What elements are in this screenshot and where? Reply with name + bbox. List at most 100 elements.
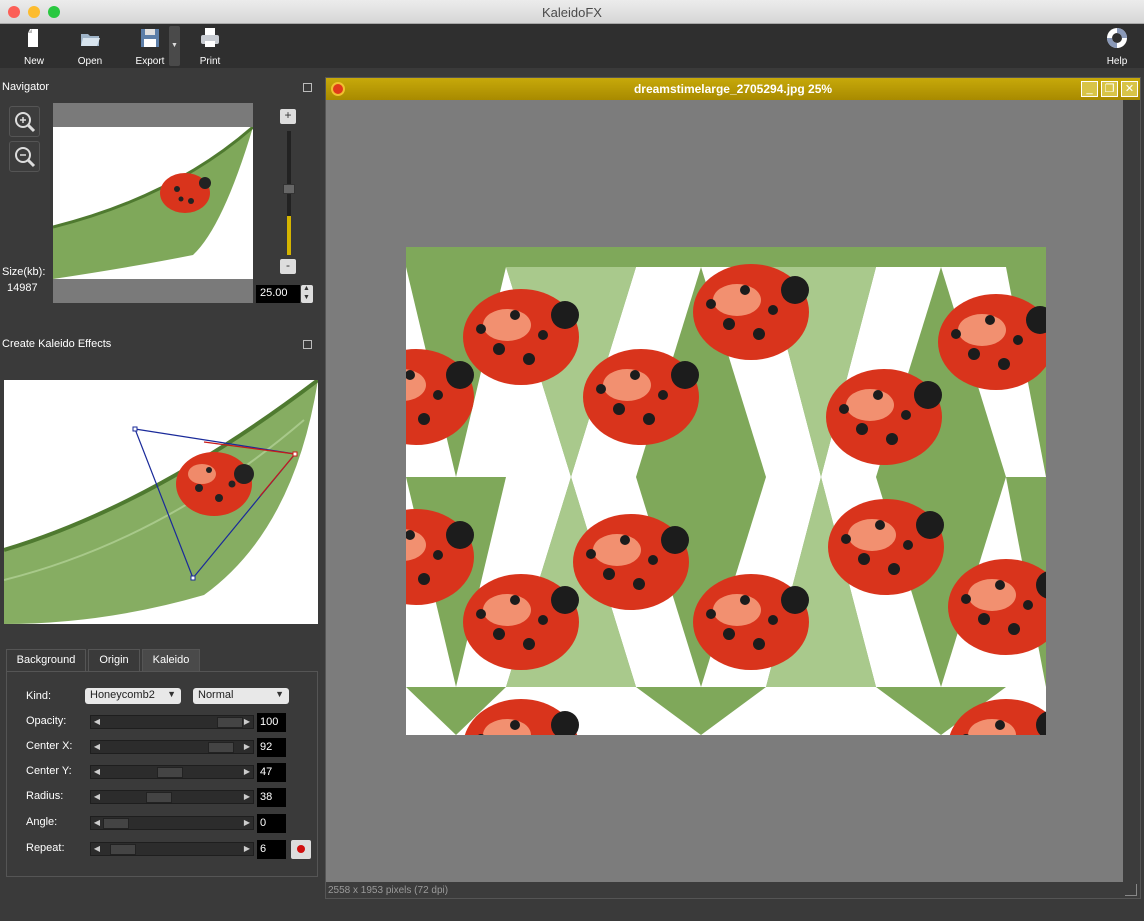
kaleido-panel-float-icon[interactable] [303,340,312,349]
slider-right-arrow-icon[interactable]: ▶ [241,716,253,728]
zoom-out-icon [15,147,36,168]
app-logo-icon [331,82,345,96]
zoom-value-stepper[interactable]: ▲ ▼ [301,285,313,303]
kind-label: Kind: [26,690,52,702]
minimize-document-button[interactable]: _ [1081,81,1098,97]
zoom-in-icon [15,112,36,133]
repeat-label: Repeat: [26,842,65,854]
kind-select[interactable]: Honeycomb2 ▼ [85,688,181,704]
tab-background[interactable]: Background [6,649,86,671]
slider-right-arrow-icon[interactable]: ▶ [241,741,253,753]
zoom-plus-button[interactable]: + [280,109,296,124]
center-x-slider[interactable]: ◀ ▶ [90,740,254,754]
kaleido-panel-title: Create Kaleido Effects [2,338,112,350]
slider-right-arrow-icon[interactable]: ▶ [241,791,253,803]
radius-value[interactable]: 38 [257,788,286,807]
resize-grip-icon[interactable] [1125,884,1137,896]
document-title: dreamstimelarge_2705294.jpg 25% [633,82,833,96]
navigator-float-icon[interactable] [303,83,312,92]
opacity-label: Opacity: [26,715,67,727]
print-button[interactable]: Print [182,26,238,67]
opacity-slider-thumb[interactable] [217,717,243,728]
vertical-scrollbar[interactable] [1123,100,1140,882]
kaleido-honeycomb-image [406,247,1046,735]
restore-document-button[interactable]: ❐ [1101,81,1118,97]
chevron-down-icon: ▼ [171,42,178,49]
radius-row: Radius: ◀ ▶ 38 [7,786,319,808]
new-label: New [23,56,44,67]
slider-right-arrow-icon[interactable]: ▶ [241,843,253,855]
slider-right-arrow-icon[interactable]: ▶ [241,817,253,829]
slider-left-arrow-icon[interactable]: ◀ [91,791,103,803]
close-document-button[interactable]: ✕ [1121,81,1138,97]
opacity-slider[interactable]: ◀ ▶ [90,715,254,729]
new-button[interactable]: New [6,26,62,67]
stepper-up-icon: ▲ [303,285,310,292]
zoom-slider[interactable] [283,131,295,255]
radius-label: Radius: [26,790,64,802]
left-panel: Navigator + - Size(kb): 14987 25.00 ▲ ▼ … [0,68,322,921]
center-y-slider[interactable]: ◀ ▶ [90,765,254,779]
blend-mode-select[interactable]: Normal ▼ [193,688,289,704]
zoom-slider-fill [287,216,291,255]
new-document-icon [28,29,38,47]
angle-slider[interactable]: ◀ ▶ [90,816,254,830]
slider-left-arrow-icon[interactable]: ◀ [91,766,103,778]
tab-kaleido[interactable]: Kaleido [142,649,200,671]
navigator-preview[interactable] [53,103,253,303]
center-y-row: Center Y: ◀ ▶ 47 [7,761,319,783]
kaleido-settings-panel: Kind: Honeycomb2 ▼ Normal ▼ Opacity: ◀ ▶… [6,671,318,877]
zoom-in-button[interactable] [9,106,40,137]
kind-select-value: Honeycomb2 [90,689,155,701]
window-title: KaleidoFX [542,5,602,20]
radius-slider-thumb[interactable] [146,792,173,803]
open-button[interactable]: Open [62,26,118,67]
kind-row: Kind: Honeycomb2 ▼ Normal ▼ [7,686,319,708]
repeat-slider-thumb[interactable] [109,844,136,855]
center-y-slider-thumb[interactable] [156,767,183,778]
opacity-value[interactable]: 100 [257,713,286,732]
zoom-minus-button[interactable]: - [280,259,296,274]
kaleido-source-editor[interactable] [4,380,318,624]
size-label: Size(kb): [2,266,46,278]
main-toolbar: New Open Export ▼ Print Help [0,24,1144,68]
chevron-down-icon: ▼ [167,689,176,699]
record-button[interactable] [291,840,311,859]
document-window: dreamstimelarge_2705294.jpg 25% _ ❐ ✕ 25… [325,77,1141,899]
tab-origin[interactable]: Origin [88,649,140,671]
export-dropdown-button[interactable]: ▼ [169,26,180,66]
center-x-label: Center X: [26,740,73,752]
center-x-row: Center X: ◀ ▶ 92 [7,736,319,758]
slider-left-arrow-icon[interactable]: ◀ [91,716,103,728]
repeat-value[interactable]: 6 [257,840,286,859]
center-x-slider-thumb[interactable] [207,742,234,753]
ladybug-leaf-thumbnail [53,127,253,279]
slider-right-arrow-icon[interactable]: ▶ [241,766,253,778]
angle-slider-thumb[interactable] [103,818,129,829]
angle-row: Angle: ◀ ▶ 0 [7,812,319,834]
help-label: Help [1106,56,1128,67]
chevron-down-icon: ▼ [275,689,284,699]
center-y-value[interactable]: 47 [257,763,286,782]
document-status: 2558 x 1953 pixels (72 dpi) [326,882,1140,898]
open-folder-icon [81,34,100,46]
radius-slider[interactable]: ◀ ▶ [90,790,254,804]
help-button[interactable]: Help [1089,26,1144,67]
record-icon [297,845,305,853]
zoom-slider-thumb[interactable] [283,184,295,194]
window-titlebar: KaleidoFX [0,0,1144,24]
angle-value[interactable]: 0 [257,814,286,833]
slider-left-arrow-icon[interactable]: ◀ [91,817,103,829]
center-x-value[interactable]: 92 [257,738,286,757]
kaleido-result-canvas[interactable] [406,247,1046,735]
source-image-with-triangle [4,380,318,624]
repeat-slider[interactable]: ◀ ▶ [90,842,254,856]
slider-left-arrow-icon[interactable]: ◀ [91,741,103,753]
navigator-thumbnail [53,127,253,279]
center-y-label: Center Y: [26,765,72,777]
zoom-value-field[interactable]: 25.00 [256,285,300,303]
zoom-out-button[interactable] [9,141,40,172]
document-titlebar[interactable]: dreamstimelarge_2705294.jpg 25% [326,78,1140,100]
slider-left-arrow-icon[interactable]: ◀ [91,843,103,855]
size-value: 14987 [7,282,38,294]
